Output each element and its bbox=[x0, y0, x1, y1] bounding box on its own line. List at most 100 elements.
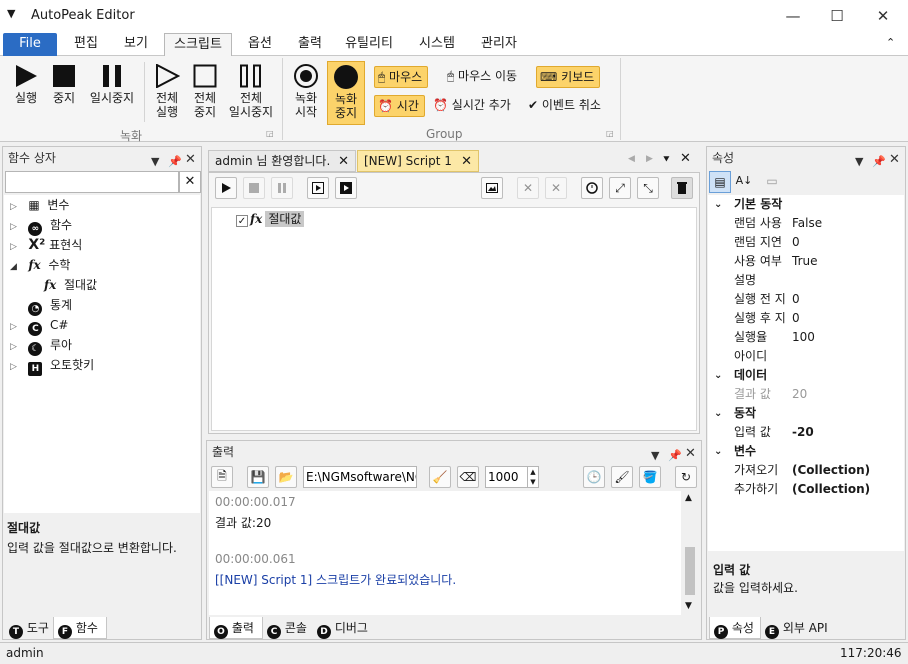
dropdown-icon[interactable]: ▼ bbox=[151, 151, 159, 173]
tree-item-lua[interactable]: ▷ ☾ 루아 bbox=[10, 335, 72, 356]
close-icon[interactable]: ✕ bbox=[185, 149, 196, 171]
line-count-input[interactable] bbox=[485, 466, 529, 488]
step-into-button[interactable] bbox=[335, 177, 357, 199]
stop-button[interactable]: 중지 bbox=[46, 64, 82, 105]
tab-utility[interactable]: 유틸리티 bbox=[340, 33, 398, 56]
categorized-view-button[interactable]: ▤ bbox=[709, 171, 731, 193]
expand-icon[interactable]: ▷ bbox=[10, 342, 17, 352]
scroll-right-icon[interactable]: ▶ bbox=[646, 154, 653, 164]
clear-search-button[interactable]: ✕ bbox=[179, 171, 201, 193]
pin-icon[interactable]: 📌 bbox=[872, 151, 886, 173]
output-scrollbar[interactable]: ▲ ▼ bbox=[681, 491, 699, 615]
alphabetical-view-button[interactable]: A↓ bbox=[733, 171, 755, 193]
event-cancel-button[interactable]: ✔ 이벤트 취소 bbox=[525, 95, 606, 117]
pause-script-button[interactable] bbox=[271, 177, 293, 199]
mouse-move-button[interactable]: 🖱 마우스 이동 bbox=[444, 66, 522, 88]
new-log-button[interactable]: 🗎 bbox=[211, 466, 233, 488]
tree-item-expression[interactable]: ▷ X² 표현식 bbox=[10, 235, 82, 255]
prop-import[interactable]: 가져오기 (Collection) bbox=[708, 461, 904, 480]
tab-console[interactable]: C 콘솔 bbox=[263, 617, 313, 639]
expand-icon[interactable]: ▷ bbox=[10, 202, 17, 212]
tree-item-math[interactable]: ◢ fx 수학 bbox=[10, 255, 70, 275]
window-menu-icon[interactable]: ▼ bbox=[7, 7, 15, 20]
run-all-button[interactable]: 전체 실행 bbox=[148, 64, 186, 119]
tree-item-variable[interactable]: ▷ ▦ 변수 bbox=[10, 195, 69, 215]
prop-id[interactable]: 아이디 bbox=[708, 347, 904, 366]
minimize-button[interactable]: — bbox=[770, 0, 816, 32]
script-canvas[interactable]: ✓ fx 절대값 bbox=[211, 207, 697, 431]
clear-nodes-button[interactable]: ✕ bbox=[545, 177, 567, 199]
prop-random-use[interactable]: 랜덤 사용 False bbox=[708, 214, 904, 233]
prop-input-value[interactable]: 입력 값 -20 bbox=[708, 423, 904, 442]
property-pages-button[interactable]: ▭ bbox=[761, 171, 783, 193]
prop-run-rate[interactable]: 실행율 100 bbox=[708, 328, 904, 347]
tab-debug[interactable]: D 디버그 bbox=[313, 617, 375, 639]
maximize-button[interactable]: ☐ bbox=[814, 0, 860, 32]
history-button[interactable] bbox=[581, 177, 603, 199]
refresh-button[interactable]: ↻ bbox=[675, 466, 697, 488]
scroll-left-icon[interactable]: ◀ bbox=[628, 154, 635, 164]
prop-result-value[interactable]: 결과 값 20 bbox=[708, 385, 904, 404]
close-icon[interactable]: ✕ bbox=[889, 149, 900, 171]
collapse-all-button[interactable]: ⤡ bbox=[637, 177, 659, 199]
pin-icon[interactable]: 📌 bbox=[168, 151, 182, 173]
close-tab-icon[interactable]: ✕ bbox=[338, 151, 349, 172]
function-search-input[interactable] bbox=[5, 171, 179, 193]
save-log-button[interactable]: 💾 bbox=[247, 466, 269, 488]
close-icon[interactable]: ✕ bbox=[685, 443, 696, 465]
tab-view[interactable]: 보기 bbox=[114, 33, 158, 56]
tab-script[interactable]: 스크립트 bbox=[164, 33, 232, 56]
tab-admin[interactable]: 관리자 bbox=[474, 33, 524, 56]
node-checkbox[interactable]: ✓ bbox=[236, 215, 248, 227]
tab-tools[interactable]: T 도구 bbox=[5, 617, 53, 639]
record-start-button[interactable]: 녹화 시작 bbox=[288, 64, 324, 119]
collapse-icon[interactable]: ⌄ bbox=[714, 195, 722, 214]
collapse-icon[interactable]: ⌄ bbox=[714, 404, 722, 423]
fill-button[interactable]: 🪣 bbox=[639, 466, 661, 488]
expand-icon[interactable]: ▷ bbox=[10, 322, 17, 332]
category-data[interactable]: ⌄ 데이터 bbox=[708, 366, 904, 385]
expand-icon[interactable]: ▷ bbox=[10, 362, 17, 372]
tab-output-log[interactable]: O 출력 bbox=[209, 617, 263, 639]
stop-script-button[interactable] bbox=[243, 177, 265, 199]
scroll-up-icon[interactable]: ▲ bbox=[685, 493, 692, 503]
eraser-button[interactable]: ⌫ bbox=[457, 466, 479, 488]
prop-random-delay[interactable]: 랜덤 지연 0 bbox=[708, 233, 904, 252]
log-path-input[interactable] bbox=[303, 466, 417, 488]
mouse-toggle[interactable]: 🖱 마우스 bbox=[374, 66, 429, 88]
image-button[interactable] bbox=[481, 177, 503, 199]
tab-properties[interactable]: P 속성 bbox=[709, 617, 761, 639]
keyboard-toggle[interactable]: ⌨ 키보드 bbox=[536, 66, 601, 88]
line-count-stepper[interactable]: ▲ ▼ bbox=[527, 466, 539, 488]
collapse-icon[interactable]: ⌄ bbox=[714, 442, 722, 461]
dropdown-icon[interactable]: ▼ bbox=[651, 445, 659, 467]
collapse-icon[interactable]: ◢ bbox=[10, 262, 17, 272]
tab-external-api[interactable]: E 외부 API bbox=[761, 617, 833, 639]
scroll-down-icon[interactable]: ▼ bbox=[685, 601, 692, 611]
tree-item-csharp[interactable]: ▷ C C# bbox=[10, 315, 68, 336]
prop-add[interactable]: 추가하기 (Collection) bbox=[708, 480, 904, 499]
tab-file[interactable]: File bbox=[3, 33, 57, 56]
tab-script-1[interactable]: [NEW] Script 1 ✕ bbox=[357, 150, 479, 172]
close-tab-icon[interactable]: ✕ bbox=[461, 151, 472, 172]
collapse-icon[interactable]: ⌄ bbox=[714, 366, 722, 385]
trash-button[interactable] bbox=[671, 177, 693, 199]
run-button[interactable]: 실행 bbox=[6, 64, 46, 105]
tree-item-absolute-value[interactable]: fx 절대값 bbox=[44, 275, 97, 295]
stop-all-button[interactable]: 전체 중지 bbox=[186, 64, 224, 119]
timestamp-button[interactable]: 🕒 bbox=[583, 466, 605, 488]
tab-edit[interactable]: 편집 bbox=[64, 33, 108, 56]
category-basic[interactable]: ⌄ 기본 동작 bbox=[708, 195, 904, 214]
expand-all-button[interactable]: ⤢ bbox=[609, 177, 631, 199]
prop-description[interactable]: 설명 bbox=[708, 271, 904, 290]
prop-enabled[interactable]: 사용 여부 True bbox=[708, 252, 904, 271]
script-node[interactable]: ✓ fx 절대값 bbox=[236, 210, 305, 228]
group-launcher-icon[interactable]: ◲ bbox=[606, 129, 614, 138]
run-script-button[interactable] bbox=[215, 177, 237, 199]
brush-button[interactable]: 🖌 bbox=[611, 466, 633, 488]
tab-options[interactable]: 옵션 bbox=[240, 33, 280, 56]
prop-post-delay[interactable]: 실행 후 지0 bbox=[708, 309, 904, 328]
tab-system[interactable]: 시스템 bbox=[412, 33, 462, 56]
category-variable[interactable]: ⌄ 변수 bbox=[708, 442, 904, 461]
scroll-thumb[interactable] bbox=[685, 547, 695, 595]
